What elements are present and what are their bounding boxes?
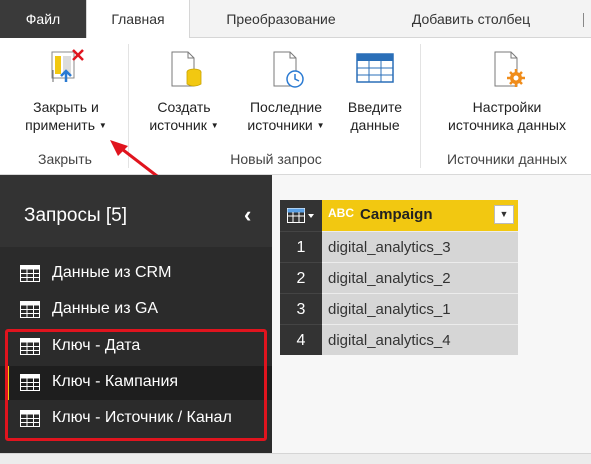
close-apply-label-1: Закрыть и: [33, 99, 99, 115]
recent-sources-label-1: Последние: [249, 99, 322, 115]
recent-sources-icon: [273, 51, 304, 88]
table-row: 1 digital_analytics_3: [280, 231, 518, 262]
table-cell[interactable]: digital_analytics_2: [322, 262, 518, 293]
ribbon-tab-bar: Файл Главная Преобразование Добавить сто…: [0, 0, 591, 39]
queries-header: Запросы [5] ‹: [0, 175, 272, 247]
column-header-campaign[interactable]: ABC Campaign ▼: [322, 200, 518, 231]
group-divider: [420, 44, 421, 168]
table-cell[interactable]: digital_analytics_1: [322, 293, 518, 324]
row-number[interactable]: 4: [280, 324, 322, 355]
new-source-icon: [171, 51, 202, 87]
table-row: 2 digital_analytics_2: [280, 262, 518, 293]
highlight-box: [5, 329, 267, 441]
tab-overflow[interactable]: [578, 0, 591, 38]
tab-transform[interactable]: Преобразование: [190, 0, 372, 38]
group-label-data-sources: Источники данных: [447, 151, 567, 167]
source-settings-label-1: Настройки: [472, 99, 542, 115]
chevron-down-icon: ▼: [98, 121, 107, 130]
table-icon: [356, 53, 394, 83]
source-settings-button[interactable]: Настройки источника данных: [426, 42, 588, 134]
grid-corner-menu[interactable]: [280, 200, 322, 231]
query-item-crm[interactable]: Данные из CRM: [0, 257, 272, 291]
chevron-down-icon: ▼: [210, 121, 219, 130]
source-settings-label-2: источника данных: [448, 117, 566, 133]
table-icon: [20, 301, 40, 318]
table-cell[interactable]: digital_analytics_4: [322, 324, 518, 355]
new-source-label-2: источник ▼: [149, 117, 219, 133]
ribbon: Закрыть и применить ▼ Создать источник ▼…: [0, 38, 591, 188]
recent-sources-button[interactable]: Последние источники ▼: [234, 42, 338, 135]
table-menu-icon: [287, 208, 314, 223]
new-source-label-1: Создать: [157, 99, 211, 115]
table-icon: [20, 265, 40, 282]
row-number[interactable]: 1: [280, 231, 322, 262]
row-number[interactable]: 2: [280, 262, 322, 293]
queries-title: Запросы [5]: [24, 205, 128, 226]
close-apply-label-2: применить ▼: [25, 117, 107, 133]
enter-data-button[interactable]: Введите данные: [340, 42, 410, 134]
table-cell[interactable]: digital_analytics_3: [322, 231, 518, 262]
chevron-left-icon[interactable]: ‹: [244, 202, 251, 228]
table-row: 4 digital_analytics_4: [280, 324, 518, 355]
query-label: Данные из GA: [52, 300, 159, 317]
source-settings-icon: [494, 51, 525, 87]
column-name: Campaign: [360, 206, 433, 223]
row-number[interactable]: 3: [280, 293, 322, 324]
text-type-icon[interactable]: ABC: [328, 206, 354, 220]
tab-file[interactable]: Файл: [0, 0, 86, 38]
close-apply-icon: [51, 49, 84, 82]
tab-add-column[interactable]: Добавить столбец: [372, 0, 570, 38]
bottom-strip: [0, 453, 591, 464]
query-item-ga[interactable]: Данные из GA: [0, 293, 272, 327]
chevron-down-icon: ▼: [499, 209, 509, 219]
tab-home[interactable]: Главная: [86, 0, 190, 39]
close-apply-button[interactable]: Закрыть и применить ▼: [12, 42, 120, 135]
table-row: 3 digital_analytics_1: [280, 293, 518, 324]
recent-sources-label-2: источники ▼: [247, 117, 325, 133]
new-source-button[interactable]: Создать источник ▼: [138, 42, 230, 135]
filter-dropdown-button[interactable]: ▼: [494, 205, 514, 224]
chevron-down-icon: ▼: [316, 121, 325, 130]
enter-data-label-1: Введите: [347, 99, 403, 115]
enter-data-label-2: данные: [350, 117, 400, 133]
query-label: Данные из CRM: [52, 264, 172, 281]
